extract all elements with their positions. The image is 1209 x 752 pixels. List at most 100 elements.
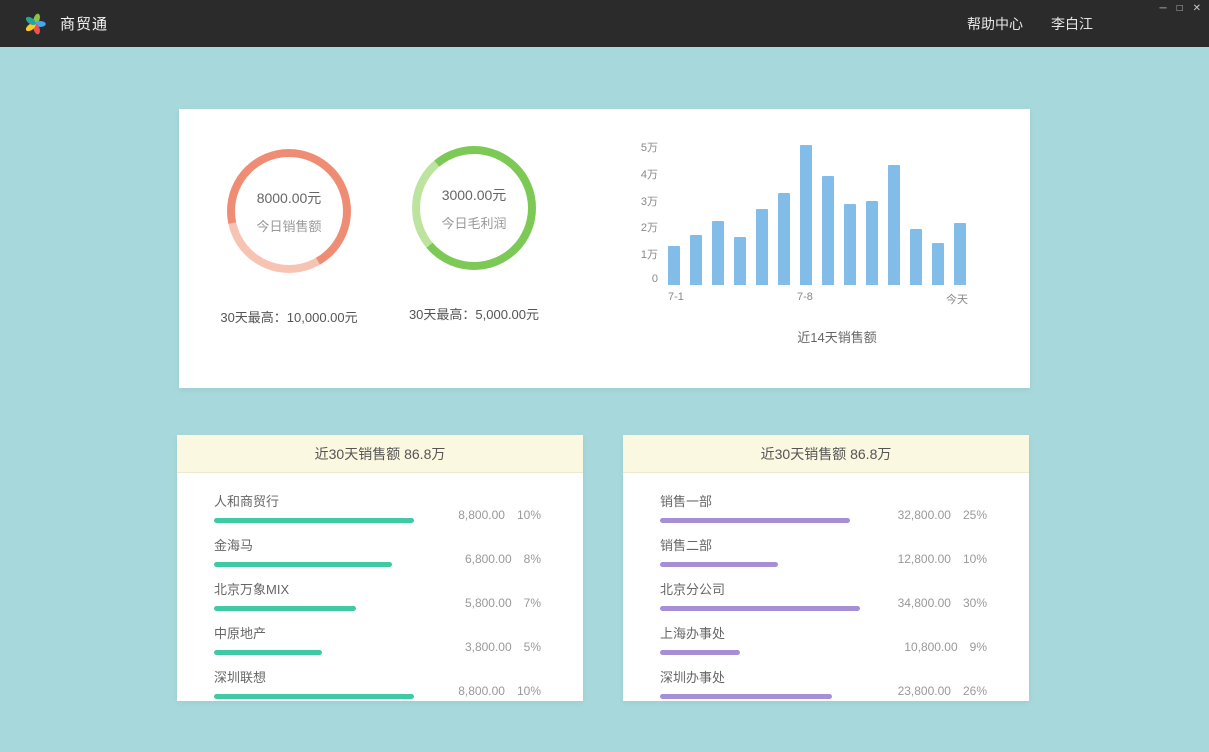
- chart-y-axis: 5万4万3万2万1万0: [634, 139, 658, 285]
- row-bar: [214, 562, 392, 567]
- chart-bar: [690, 235, 702, 285]
- row-bar-track: [214, 562, 414, 567]
- sales-donut-value: 8000.00元: [257, 188, 322, 208]
- sales-bar-chart: 5万4万3万2万1万0 7-1 7-8 今天 近14天销售额: [634, 139, 1006, 346]
- row-bar-track: [214, 518, 414, 523]
- row-value: 8,800.00: [458, 508, 505, 522]
- row-percent: 8%: [524, 552, 541, 566]
- list-item-left: 人和商贸行: [214, 491, 414, 523]
- list-item-right: 8,800.00 10%: [458, 684, 541, 699]
- app-title: 商贸通: [60, 13, 108, 34]
- chart-area: 5万4万3万2万1万0 7-1 7-8 今天: [634, 139, 1006, 307]
- chart-caption: 近14天销售额: [668, 327, 1006, 346]
- row-bar: [214, 694, 414, 699]
- y-tick-label: 5万: [641, 139, 658, 155]
- list-item-right: 12,800.00 10%: [898, 552, 987, 567]
- row-bar: [214, 518, 414, 523]
- profit-donut-label: 今日毛利润: [441, 213, 506, 232]
- list-item-left: 中原地产: [214, 623, 414, 655]
- chart-bar: [668, 246, 680, 285]
- help-center-link[interactable]: 帮助中心: [967, 14, 1023, 34]
- row-bar-track: [660, 694, 860, 699]
- list-item: 上海办事处 10,800.009%: [660, 623, 987, 655]
- sales-donut-label: 今日销售额: [256, 216, 321, 235]
- list-item-left: 深圳办事处: [660, 667, 860, 699]
- row-name: 深圳办事处: [660, 667, 860, 686]
- row-bar: [660, 562, 778, 567]
- row-value: 32,800.00: [898, 508, 951, 522]
- row-name: 北京分公司: [660, 579, 860, 598]
- list-item: 北京分公司 34,800.00 30%: [660, 579, 987, 611]
- close-icon[interactable]: ✕: [1193, 3, 1201, 15]
- departments-rows: 销售一部 32,800.0025% 销售二部 12,800.0010% 北京分公…: [623, 473, 1029, 699]
- row-bar-track: [660, 606, 860, 611]
- row-percent: 10%: [517, 508, 541, 522]
- chart-bar: [932, 243, 944, 285]
- profit-donut-ring: 3000.00元 今日毛利润: [412, 146, 536, 270]
- y-tick-label: 2万: [641, 219, 658, 235]
- customers-card-title: 近30天销售额 86.8万: [177, 435, 583, 473]
- profit-donut-center: 3000.00元 今日毛利润: [420, 154, 528, 262]
- chart-bar: [866, 201, 878, 285]
- list-item-left: 销售一部: [660, 491, 860, 523]
- chart-bar: [954, 223, 966, 285]
- list-item: 深圳联想 8,800.00 10%: [214, 667, 541, 699]
- profit-donut-value: 3000.00元: [442, 185, 507, 205]
- x-tick-end: 今天: [946, 291, 968, 307]
- row-name: 销售一部: [660, 491, 860, 510]
- sales-donut-footnote: 30天最高：10,000.00元: [209, 307, 369, 326]
- chart-bar: [756, 209, 768, 285]
- row-percent: 30%: [963, 596, 987, 610]
- row-value: 8,800.00: [458, 684, 505, 698]
- chart-bar: [800, 145, 812, 285]
- row-name: 人和商贸行: [214, 491, 414, 510]
- chart-bar: [822, 176, 834, 285]
- row-bar-track: [660, 650, 860, 655]
- row-value: 5,800.00: [465, 596, 512, 610]
- y-tick-label: 3万: [641, 193, 658, 209]
- row-bar: [214, 606, 356, 611]
- chart-bar: [844, 204, 856, 285]
- chart-bars: [668, 145, 968, 285]
- list-item-left: 销售二部: [660, 535, 860, 567]
- row-bar-track: [660, 562, 860, 567]
- row-percent: 10%: [517, 684, 541, 698]
- row-name: 中原地产: [214, 623, 414, 642]
- today-sales-donut: 8000.00元 今日销售额 30天最高：10,000.00元: [209, 149, 369, 326]
- row-bar-track: [660, 518, 860, 523]
- row-value: 34,800.00: [898, 596, 951, 610]
- list-item-left: 金海马: [214, 535, 414, 567]
- sales-donut-ring: 8000.00元 今日销售额: [227, 149, 351, 273]
- app-window: 商贸通 帮助中心 李白江 ─ □ ✕ 8000.00元 今日销售额 30天最高：…: [0, 0, 1209, 752]
- chart-bar: [910, 229, 922, 285]
- maximize-icon[interactable]: □: [1177, 3, 1183, 15]
- list-item-left: 北京万象MIX: [214, 579, 414, 611]
- list-item-right: 6,800.008%: [465, 552, 541, 567]
- chart-x-axis: 7-1 7-8 今天: [668, 291, 968, 307]
- profit-donut-footnote: 30天最高：5,000.00元: [394, 304, 554, 323]
- row-bar: [660, 650, 740, 655]
- row-name: 金海马: [214, 535, 414, 554]
- row-bar-track: [214, 650, 414, 655]
- row-percent: 10%: [963, 552, 987, 566]
- list-item-left: 深圳联想: [214, 667, 414, 699]
- row-name: 北京万象MIX: [214, 579, 414, 598]
- y-tick-label: 0: [652, 273, 658, 285]
- minimize-icon[interactable]: ─: [1159, 3, 1166, 15]
- customers-sales-card: 近30天销售额 86.8万 人和商贸行 8,800.00 10% 金海马 6,80…: [177, 435, 583, 701]
- list-item-right: 3,800.005%: [465, 640, 541, 655]
- username-link[interactable]: 李白江: [1051, 14, 1093, 34]
- departments-sales-card: 近30天销售额 86.8万 销售一部 32,800.0025% 销售二部 12,…: [623, 435, 1029, 701]
- list-item: 中原地产 3,800.005%: [214, 623, 541, 655]
- list-item: 金海马 6,800.008%: [214, 535, 541, 567]
- list-item-right: 8,800.00 10%: [458, 508, 541, 523]
- app-logo-icon: [24, 13, 46, 35]
- window-controls: ─ □ ✕: [1159, 3, 1201, 15]
- row-bar-track: [214, 606, 414, 611]
- list-item: 深圳办事处 23,800.0026%: [660, 667, 987, 699]
- row-value: 12,800.00: [898, 552, 951, 566]
- list-item-left: 上海办事处: [660, 623, 860, 655]
- row-value: 23,800.00: [898, 684, 951, 698]
- titlebar: 商贸通 帮助中心 李白江 ─ □ ✕: [0, 0, 1209, 47]
- overview-card: 8000.00元 今日销售额 30天最高：10,000.00元 3000.00元…: [179, 109, 1030, 388]
